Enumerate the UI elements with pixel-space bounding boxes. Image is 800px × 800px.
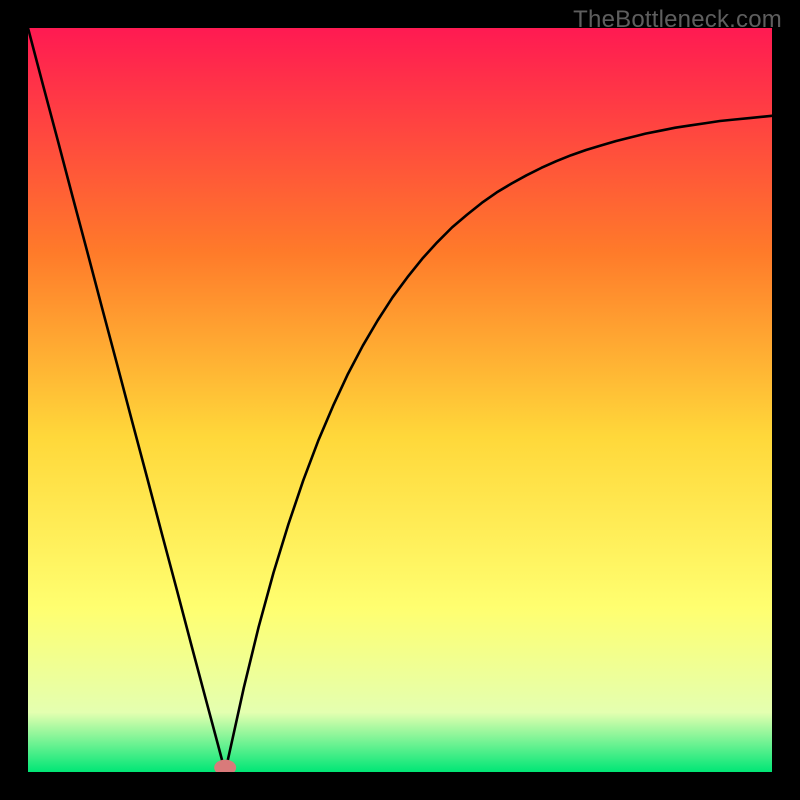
- watermark-text: TheBottleneck.com: [573, 6, 782, 34]
- chart-svg: [28, 28, 772, 772]
- chart-frame: TheBottleneck.com: [0, 0, 800, 800]
- gradient-background: [28, 28, 772, 772]
- plot-area: [28, 28, 772, 772]
